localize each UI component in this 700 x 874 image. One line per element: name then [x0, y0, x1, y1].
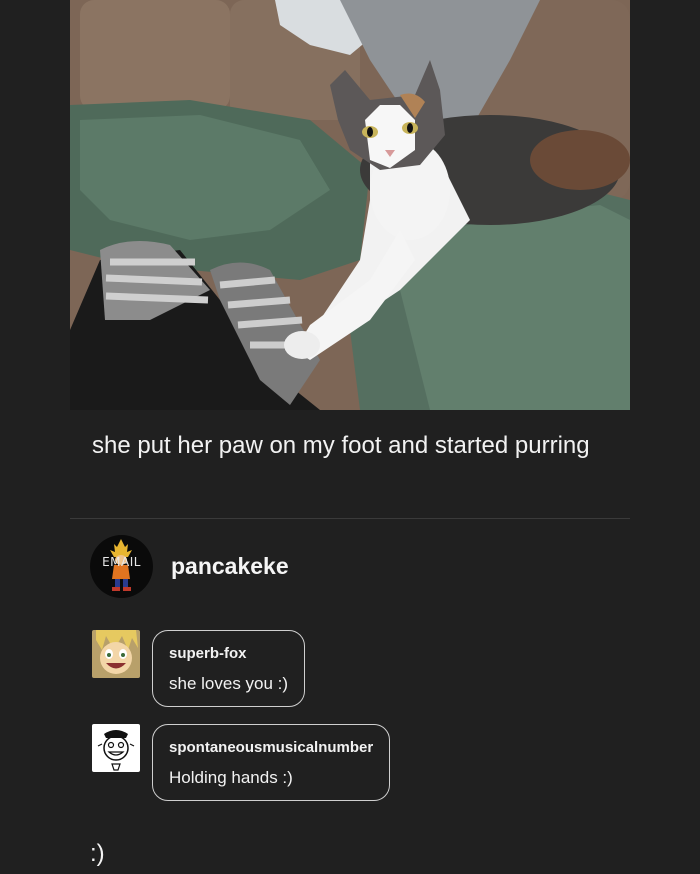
avatar-text: EMAIL — [102, 555, 141, 569]
reply-item: spontaneousmusicalnumber Holding hands :… — [92, 724, 391, 801]
reblogger-header: EMAIL pancakeke — [90, 535, 289, 598]
divider — [70, 518, 630, 519]
reply-username[interactable]: superb-fox — [169, 645, 288, 662]
cat-photo[interactable] — [70, 0, 630, 410]
cartoon-face-avatar[interactable] — [92, 630, 140, 678]
reply-message: Holding hands :) — [169, 768, 293, 787]
anime-character-avatar[interactable]: EMAIL — [90, 535, 153, 598]
reply-item: superb-fox she loves you :) — [92, 630, 306, 707]
reply-bubble: superb-fox she loves you :) — [152, 630, 306, 707]
post-caption: she put her paw on my foot and started p… — [92, 432, 590, 459]
reply-bubble: spontaneousmusicalnumber Holding hands :… — [152, 724, 391, 801]
reblogger-username[interactable]: pancakeke — [171, 553, 289, 580]
sketch-face-avatar[interactable] — [92, 724, 140, 772]
post-body-text: :) — [90, 840, 105, 867]
reply-message: she loves you :) — [169, 674, 289, 693]
reply-username[interactable]: spontaneousmusicalnumber — [169, 739, 373, 756]
